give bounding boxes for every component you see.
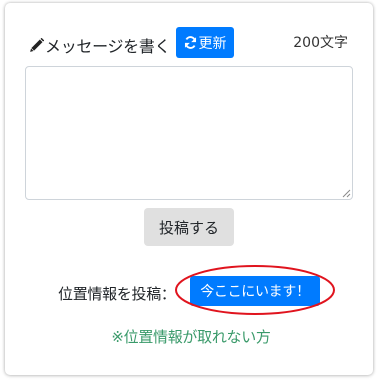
refresh-icon: [184, 36, 197, 49]
refresh-button-label: 更新: [198, 35, 227, 52]
refresh-button[interactable]: 更新: [176, 27, 234, 58]
compose-title: メッセージを書く: [45, 37, 171, 56]
compose-title-group: メッセージを書く: [29, 33, 171, 57]
location-help-link[interactable]: ※位置情報が取れない方: [0, 326, 382, 347]
textarea-resize-grip[interactable]: [342, 189, 351, 198]
im-here-button[interactable]: 今ここにいます！: [190, 276, 320, 306]
compose-header: メッセージを書く 更新 200文字: [26, 27, 352, 59]
post-button[interactable]: 投稿する: [144, 208, 234, 246]
char-count: 200文字: [293, 35, 348, 51]
message-textarea[interactable]: [25, 66, 353, 200]
location-label: 位置情報を投稿：: [58, 285, 176, 303]
pencil-icon: [29, 37, 45, 53]
